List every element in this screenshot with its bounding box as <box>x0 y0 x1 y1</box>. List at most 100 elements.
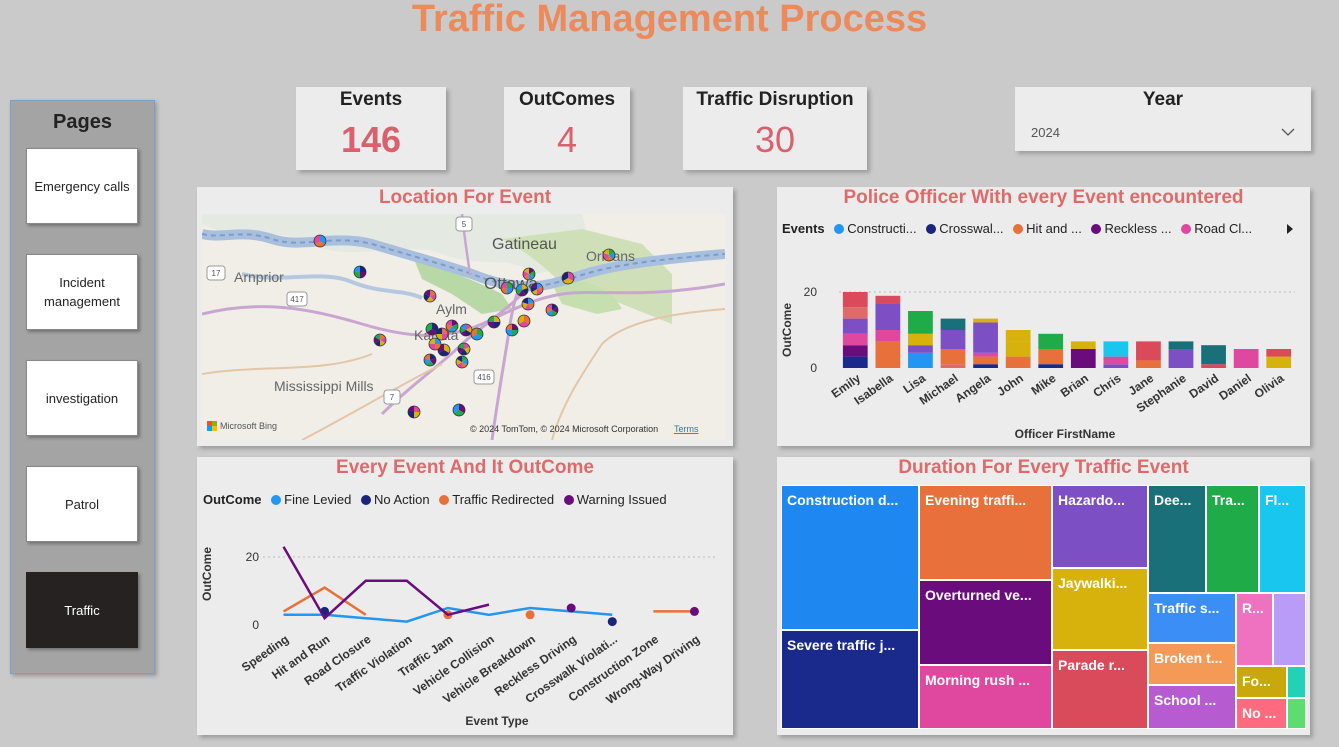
treemap-tile[interactable]: Morning rush ... <box>919 665 1052 729</box>
series-point[interactable] <box>607 617 617 627</box>
bar-segment[interactable] <box>1136 360 1161 368</box>
bar-segment[interactable] <box>1233 349 1259 368</box>
event-marker[interactable] <box>407 405 421 419</box>
event-marker[interactable] <box>530 282 544 296</box>
treemap-tile[interactable]: Dee... <box>1148 485 1206 593</box>
event-marker[interactable] <box>423 353 437 367</box>
bar-segment[interactable] <box>1103 341 1129 357</box>
legend-item-reckless[interactable]: Reckless ... <box>1091 221 1172 236</box>
event-marker[interactable] <box>353 265 367 279</box>
treemap-tile[interactable]: No ... <box>1236 698 1287 729</box>
treemap-tile[interactable]: Jaywalki... <box>1052 568 1148 650</box>
bar-segment[interactable] <box>842 318 868 334</box>
bar-segment[interactable] <box>842 292 868 308</box>
treemap-tile[interactable] <box>1287 698 1306 729</box>
bar-segment[interactable] <box>908 345 933 353</box>
bar-segment[interactable] <box>875 341 901 368</box>
bar-segment[interactable] <box>1038 333 1064 349</box>
bar-segment[interactable] <box>842 333 868 346</box>
event-marker[interactable] <box>373 333 387 347</box>
bar-segment[interactable] <box>875 303 901 330</box>
bar-segment[interactable] <box>1103 364 1129 368</box>
year-dropdown[interactable]: 2024 <box>1015 117 1311 147</box>
legend-item-hit-and-run[interactable]: Hit and ... <box>1013 221 1082 236</box>
bar-segment[interactable] <box>842 307 868 319</box>
bar-segment[interactable] <box>1168 341 1194 349</box>
bar-segment[interactable] <box>1005 356 1031 368</box>
event-marker[interactable] <box>423 289 437 303</box>
legend-item-traffic-redirected[interactable]: Traffic Redirected <box>439 492 554 507</box>
bar-segment[interactable] <box>1005 330 1031 342</box>
legend-item-fine-levied[interactable]: Fine Levied <box>271 492 351 507</box>
event-marker[interactable] <box>428 337 442 351</box>
bar-segment[interactable] <box>1201 345 1226 365</box>
bar-segment[interactable] <box>973 322 998 353</box>
bar-segment[interactable] <box>973 364 998 368</box>
bar-segment[interactable] <box>973 356 998 365</box>
treemap-tile[interactable]: Evening traffi... <box>919 485 1052 580</box>
bar-segment[interactable] <box>908 352 933 368</box>
treemap-tile[interactable]: R... <box>1236 593 1273 666</box>
treemap-tile[interactable]: Construction d... <box>781 485 919 630</box>
bar-segment[interactable] <box>1038 364 1064 368</box>
event-marker[interactable] <box>445 319 459 333</box>
event-marker[interactable] <box>452 403 466 417</box>
event-marker[interactable] <box>505 323 519 337</box>
nav-patrol[interactable]: Patrol <box>26 466 138 542</box>
series-point[interactable] <box>689 606 699 616</box>
treemap-tile[interactable] <box>1287 666 1306 698</box>
bar-segment[interactable] <box>908 311 933 334</box>
series-point[interactable] <box>566 603 576 613</box>
legend-item-crosswalk[interactable]: Crosswal... <box>926 221 1004 236</box>
treemap-tile[interactable]: Fl... <box>1259 485 1306 593</box>
bar-segment[interactable] <box>875 330 901 342</box>
treemap-tile[interactable]: Hazardo... <box>1052 485 1148 568</box>
bar-segment[interactable] <box>1201 364 1226 368</box>
legend-item-road-closure[interactable]: Road Cl... <box>1181 221 1252 236</box>
event-marker[interactable] <box>459 323 473 337</box>
event-marker[interactable] <box>517 314 531 328</box>
event-marker[interactable] <box>500 281 514 295</box>
event-marker[interactable] <box>455 355 469 369</box>
bar-segment[interactable] <box>940 318 966 330</box>
bar-segment[interactable] <box>1136 341 1161 361</box>
bar-segment[interactable] <box>940 364 966 368</box>
event-marker[interactable] <box>470 327 484 341</box>
event-marker[interactable] <box>457 342 471 356</box>
event-marker[interactable] <box>545 303 559 317</box>
event-marker[interactable] <box>522 267 536 281</box>
treemap-tile[interactable]: Broken t... <box>1148 643 1236 685</box>
event-marker[interactable] <box>435 327 449 341</box>
treemap-tile[interactable]: Tra... <box>1206 485 1259 593</box>
event-marker[interactable] <box>313 234 327 248</box>
treemap-tile[interactable] <box>1273 593 1306 666</box>
event-marker[interactable] <box>487 315 501 329</box>
treemap-tile[interactable]: School ... <box>1148 685 1236 729</box>
bar-segment[interactable] <box>1070 349 1096 368</box>
bar-segment[interactable] <box>842 356 868 368</box>
event-marker[interactable] <box>521 297 535 311</box>
bar-segment[interactable] <box>973 318 998 323</box>
treemap-tile[interactable]: Parade r... <box>1052 650 1148 729</box>
bar-segment[interactable] <box>842 345 868 357</box>
bar-segment[interactable] <box>1266 349 1292 357</box>
legend-item-no-action[interactable]: No Action <box>360 492 430 507</box>
bar-segment[interactable] <box>908 333 933 346</box>
legend-item-warning-issued[interactable]: Warning Issued <box>563 492 667 507</box>
bar-segment[interactable] <box>940 349 966 365</box>
bar-segment[interactable] <box>875 295 901 304</box>
treemap-tile[interactable]: Severe traffic j... <box>781 630 919 729</box>
chevron-right-icon[interactable] <box>1285 223 1295 235</box>
nav-incident-management[interactable]: Incident management <box>26 254 138 330</box>
series-line[interactable] <box>282 546 490 621</box>
event-marker[interactable] <box>602 248 616 262</box>
nav-investigation[interactable]: investigation <box>26 360 138 436</box>
bar-segment[interactable] <box>940 330 966 349</box>
series-point[interactable] <box>525 610 535 620</box>
event-marker[interactable] <box>515 283 529 297</box>
treemap-tile[interactable]: Overturned ve... <box>919 580 1052 665</box>
map-terms-link[interactable]: Terms <box>674 424 699 434</box>
bar-segment[interactable] <box>1103 356 1129 365</box>
event-location-map[interactable]: Gatineau Ottawa Arnprior Orleans Aylm Ka… <box>202 214 725 440</box>
bar-segment[interactable] <box>1005 341 1031 357</box>
